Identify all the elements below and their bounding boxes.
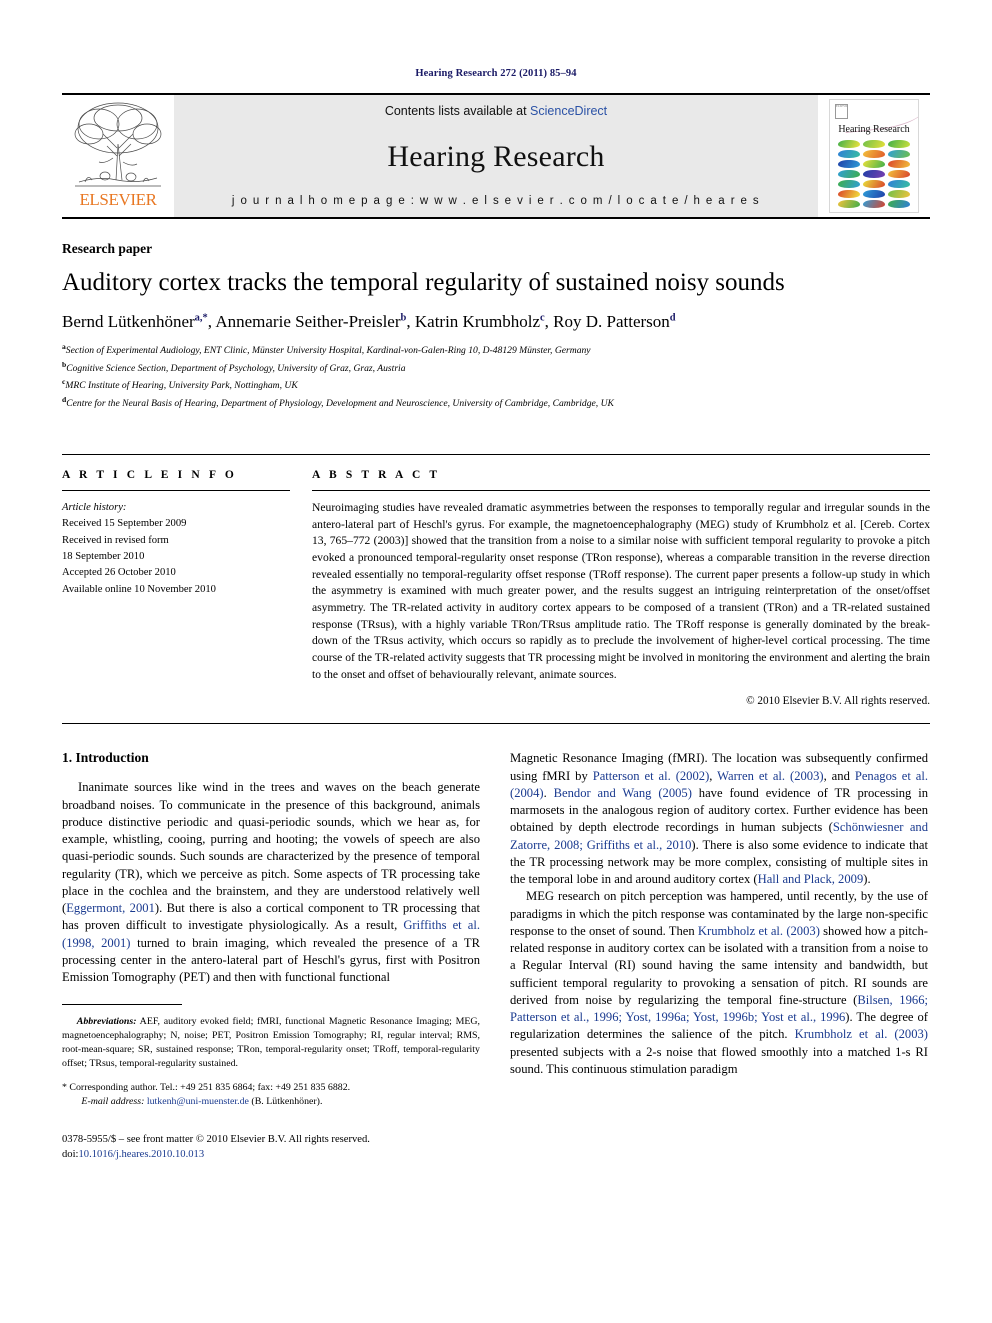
abbreviations-footnote: Abbreviations: AEF, auditory evoked fiel…: [62, 1015, 480, 1071]
section-heading-introduction: 1. Introduction: [62, 750, 149, 766]
elsevier-tree-icon: [74, 102, 162, 187]
article-type: Research paper: [62, 241, 153, 256]
author-name: Annemarie Seither-Preisler: [215, 311, 401, 331]
footnote-separator-rule: [62, 1004, 182, 1006]
affiliation-item: bCognitive Science Section, Department o…: [62, 359, 406, 374]
citation-schonwiesner-griffiths[interactable]: Schönwiesner and Zatorre, 2008; Griffith…: [510, 820, 928, 851]
elsevier-logo: ELSEVIER: [62, 95, 174, 217]
intro-paragraph-1-left: Inanimate sources like wind in the trees…: [62, 780, 480, 985]
contents-prefix: Contents lists available at: [384, 104, 527, 118]
cover-brain-map-grid: [838, 140, 910, 208]
doi-label: doi:: [62, 1148, 79, 1160]
affiliation-item: cMRC Institute of Hearing, University Pa…: [62, 377, 298, 392]
article-history-line: Accepted 26 October 2010: [62, 567, 176, 579]
abstract-text: Neuroimaging studies have revealed drama…: [312, 500, 930, 681]
affiliation-item: aSection of Experimental Audiology, ENT …: [62, 341, 591, 356]
citation-eggermont-2001[interactable]: Eggermont, 2001: [66, 901, 155, 915]
corresponding-author-email-link[interactable]: lutkenh@uni-muenster.de: [147, 1096, 249, 1107]
citation-bilsen-yost-patterson[interactable]: Bilsen, 1966; Patterson et al., 1996; Yo…: [510, 993, 928, 1024]
article-first-page: Hearing Research 272 (2011) 85–94 ELSEVI…: [0, 0, 992, 1323]
author-list: Bernd Lütkenhönera,*, Annemarie Seither-…: [62, 311, 676, 331]
journal-homepage-line[interactable]: j o u r n a l h o m e p a g e : w w w . …: [232, 195, 760, 207]
affiliation-mark: a: [62, 341, 66, 351]
citation-patterson-2002[interactable]: Patterson et al. (2002): [593, 769, 710, 783]
elsevier-wordmark: ELSEVIER: [79, 190, 157, 209]
author-name: Katrin Krumbholz: [414, 311, 540, 331]
abstract-copyright: © 2010 Elsevier B.V. All rights reserved…: [746, 695, 930, 708]
article-info-heading: A R T I C L E I N F O: [62, 468, 237, 481]
running-head: Hearing Research 272 (2011) 85–94: [415, 68, 577, 79]
intro-paragraph-2: MEG research on pitch perception was ham…: [510, 889, 929, 1076]
citation-warren-2003[interactable]: Warren et al. (2003): [717, 769, 823, 783]
citation-krumbholz-2003-a[interactable]: Krumbholz et al. (2003): [698, 924, 820, 938]
doi-link[interactable]: 10.1016/j.heares.2010.10.013: [78, 1149, 204, 1160]
article-info-column: A R T I C L E I N F O Article history: R…: [62, 469, 312, 708]
article-history-label: Article history:: [62, 501, 127, 513]
journal-cover-thumbnail: ELSEVIER Hearing Research: [818, 95, 930, 217]
cover-journal-title: Hearing Research: [838, 124, 910, 135]
abstract-column: A B S T R A C T Neuroimaging studies hav…: [312, 468, 930, 708]
corresponding-author-contact: Corresponding author. Tel.: +49 251 835 …: [69, 1082, 351, 1094]
article-history-line: 18 September 2010: [62, 551, 145, 563]
article-history-line: Available online 10 November 2010: [62, 583, 216, 595]
body-two-columns: 1. Introduction Inanimate sources like w…: [62, 750, 930, 1162]
author-affiliation-mark: d: [669, 311, 676, 323]
issn-front-matter-line: 0378-5955/$ – see front matter © 2010 El…: [62, 1133, 370, 1145]
info-abstract-block: A R T I C L E I N F O Article history: R…: [62, 453, 930, 708]
author-name: Roy D. Patterson: [553, 311, 670, 331]
citation-hall-plack-2009[interactable]: Hall and Plack, 2009: [758, 872, 864, 886]
email-label: E-mail address:: [74, 1096, 147, 1108]
body-column-left: 1. Introduction Inanimate sources like w…: [62, 750, 480, 1162]
article-history-line: Received in revised form: [62, 534, 169, 546]
citation-bendor-wang-2005[interactable]: Bendor and Wang (2005): [554, 786, 692, 800]
abstract-heading: A B S T R A C T: [312, 468, 441, 481]
contents-available-line: Contents lists available at ScienceDirec…: [385, 104, 607, 118]
affiliation-mark: c: [62, 377, 66, 387]
author-affiliation-mark: c: [539, 311, 545, 323]
author-affiliation-mark: b: [400, 311, 407, 323]
article-history-line: Received 15 September 2009: [62, 518, 187, 530]
journal-title: Hearing Research: [387, 139, 605, 173]
abstract-bottom-rule: [62, 723, 930, 725]
author-affiliation-mark: a,*: [194, 311, 208, 323]
affiliation-list: aSection of Experimental Audiology, ENT …: [62, 341, 930, 412]
article-history-lines: Received 15 September 2009 Received in re…: [62, 516, 290, 598]
body-column-right: Magnetic Resonance Imaging (fMRI). The l…: [510, 750, 928, 1162]
citation-griffiths-1998-2001[interactable]: Griffiths et al. (1998, 2001): [62, 918, 480, 949]
page-title: Auditory cortex tracks the temporal regu…: [62, 269, 785, 296]
abbreviations-label: Abbreviations:: [76, 1016, 137, 1028]
intro-paragraph-1-right: Magnetic Resonance Imaging (fMRI). The l…: [510, 751, 929, 887]
affiliation-item: dCentre for the Neural Basis of Hearing,…: [62, 395, 614, 410]
email-owner: (B. Lütkenhöner).: [248, 1096, 323, 1108]
journal-banner: Contents lists available at ScienceDirec…: [174, 95, 818, 217]
sciencedirect-link[interactable]: ScienceDirect: [530, 104, 607, 118]
journal-masthead: ELSEVIER Contents lists available at Sci…: [62, 93, 930, 219]
article-info-rule: [62, 489, 290, 491]
affiliation-mark: b: [62, 359, 67, 369]
author-name: Bernd Lütkenhöner: [62, 311, 195, 331]
affiliation-mark: d: [62, 395, 67, 405]
cover-card: ELSEVIER Hearing Research: [829, 99, 919, 213]
citation-krumbholz-2003-b[interactable]: Krumbholz et al. (2003): [795, 1027, 928, 1041]
issn-imprint-block: 0378-5955/$ – see front matter © 2010 El…: [62, 1132, 480, 1163]
abstract-rule: [312, 489, 930, 491]
corresponding-author-footnote: * Corresponding author. Tel.: +49 251 83…: [62, 1081, 480, 1109]
doi-line: doi:10.1016/j.heares.2010.10.013: [62, 1147, 480, 1162]
